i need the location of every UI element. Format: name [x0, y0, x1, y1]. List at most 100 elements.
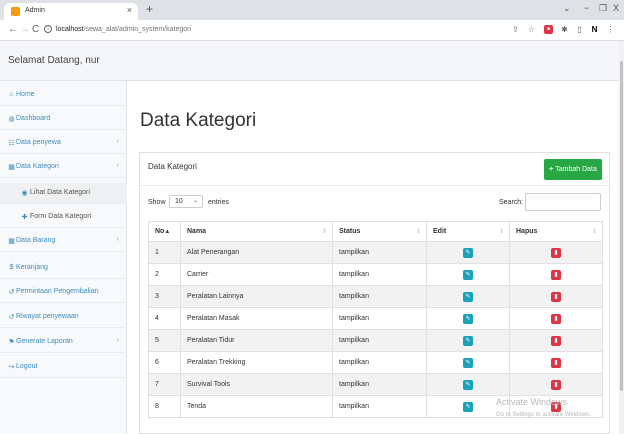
sidebar-item-label: Dashboard: [16, 115, 51, 122]
table-header-row: No▲ Nama ⇕ Status ⇕ Edit ⇕ Hapus ⇕: [148, 221, 603, 242]
sidebar-item-keranjang[interactable]: $ Keranjang: [0, 258, 127, 279]
profile-icon[interactable]: N: [590, 25, 599, 34]
delete-button[interactable]: ▮: [551, 357, 561, 368]
window-close-icon[interactable]: X: [613, 3, 619, 13]
sidebar-item-generate-laporan[interactable]: ⚑ Generate Laporan ‹: [0, 332, 127, 353]
sidebar-item-home[interactable]: ⌂ Home: [0, 85, 127, 106]
site-info-icon[interactable]: i: [44, 25, 52, 33]
edit-button[interactable]: ✎: [463, 313, 473, 324]
tab-search-icon[interactable]: ⌄: [563, 3, 571, 14]
sidebar-item-dashboard[interactable]: ◍ Dashboard: [0, 109, 127, 130]
column-header-status[interactable]: Status ⇕: [332, 221, 427, 242]
edit-button[interactable]: ✎: [463, 335, 473, 346]
delete-button[interactable]: ▮: [551, 269, 561, 280]
column-header-edit[interactable]: Edit ⇕: [426, 221, 510, 242]
cell-no: 4: [148, 307, 181, 330]
table-row: 7 Survival Tools tampilkan ✎ ▮: [148, 373, 603, 396]
sidepanel-icon[interactable]: ▯: [575, 25, 584, 34]
edit-icon: ✎: [465, 293, 471, 300]
sort-icon: ⇕: [321, 229, 327, 235]
extension-icon[interactable]: ■: [544, 25, 553, 34]
entries-select[interactable]: 10 ⌄: [169, 195, 203, 208]
cell-status: tampilkan: [332, 373, 427, 396]
chevron-left-icon: ‹: [116, 236, 119, 243]
minimize-icon[interactable]: −: [584, 3, 589, 13]
sidebar-item-form-data-kategori[interactable]: ✚ Form Data Kategori: [0, 207, 127, 228]
cell-edit: ✎: [426, 329, 510, 352]
cell-no: 6: [148, 351, 181, 374]
search-input[interactable]: [525, 193, 601, 211]
cell-status: tampilkan: [332, 241, 427, 264]
trash-icon: ▮: [554, 293, 558, 300]
table-row: 4 Peralatan Masak tampilkan ✎ ▮: [148, 307, 603, 330]
page-title: Data Kategori: [140, 110, 257, 131]
table-row: 1 Alat Penerangan tampilkan ✎ ▮: [148, 241, 603, 264]
edit-button[interactable]: ✎: [463, 291, 473, 302]
column-header-hapus[interactable]: Hapus ⇕: [509, 221, 603, 242]
table-icon: ▦: [8, 238, 15, 245]
scrollbar-thumb[interactable]: [620, 61, 623, 391]
sidebar-item-logout[interactable]: ↪ Logout: [0, 357, 127, 378]
sidebar-item-label: Logout: [16, 363, 38, 370]
column-header-no[interactable]: No▲: [148, 221, 181, 242]
browser-tab[interactable]: Admin ×: [4, 3, 138, 20]
url-path: /sewa_alat/admin_system/kategori: [83, 26, 192, 33]
delete-button[interactable]: ▮: [551, 313, 561, 324]
sidebar-item-label: Data Kategori: [16, 163, 59, 170]
sidebar-item-label: Data Barang: [16, 237, 56, 244]
dollar-icon: $: [9, 264, 14, 271]
history-icon: ↺: [8, 314, 15, 321]
maximize-icon[interactable]: ❐: [599, 3, 607, 14]
sort-asc-icon: ▲: [164, 229, 171, 235]
cell-hapus: ▮: [509, 373, 603, 396]
edit-button[interactable]: ✎: [463, 379, 473, 390]
card-title: Data Kategori: [148, 162, 197, 171]
forward-icon[interactable]: →: [20, 24, 30, 35]
cell-no: 8: [148, 395, 181, 418]
cell-status: tampilkan: [332, 329, 427, 352]
sidebar-item-data-barang[interactable]: ▦ Data Barang ‹: [0, 231, 127, 252]
tambah-data-button[interactable]: + Tambah Data: [544, 159, 602, 180]
delete-button[interactable]: ▮: [551, 379, 561, 390]
cell-hapus: ▮: [509, 307, 603, 330]
star-icon[interactable]: ☆: [527, 25, 536, 34]
menu-icon[interactable]: ⋮: [606, 25, 615, 34]
cell-edit: ✎: [426, 307, 510, 330]
sort-icon: ⇕: [498, 229, 504, 235]
page-scrollbar[interactable]: [619, 41, 624, 434]
sidebar-item-lihat-data-kategori[interactable]: ◉ Lihat Data Kategori: [0, 183, 127, 204]
eye-icon: ◉: [21, 190, 28, 197]
table-icon: ▦: [8, 164, 15, 171]
sidebar-item-label: Permintaan Pengembalian: [16, 288, 99, 295]
cell-nama: Peralatan Lainnya: [180, 285, 333, 308]
cell-status: tampilkan: [332, 285, 427, 308]
edit-button[interactable]: ✎: [463, 247, 473, 258]
cell-edit: ✎: [426, 263, 510, 286]
delete-button[interactable]: ▮: [551, 247, 561, 258]
url-host: localhost: [56, 26, 84, 33]
share-icon[interactable]: ⇪: [511, 25, 520, 34]
sidebar-item-riwayat-penyewaan[interactable]: ↺ Riwayat penyewaan: [0, 307, 127, 328]
sidebar-item-data-penyewa[interactable]: ☷ Data penyewa ‹: [0, 133, 127, 154]
url-field[interactable]: localhost/sewa_alat/admin_system/kategor…: [56, 26, 191, 33]
reload-icon[interactable]: C: [32, 24, 39, 35]
edit-button[interactable]: ✎: [463, 269, 473, 280]
column-header-nama[interactable]: Nama ⇕: [180, 221, 333, 242]
sidebar-item-data-kategori[interactable]: ▦ Data Kategori ‹: [0, 157, 127, 178]
logout-icon: ↪: [8, 364, 15, 371]
new-tab-icon[interactable]: +: [146, 2, 153, 16]
delete-button[interactable]: ▮: [551, 335, 561, 346]
delete-button[interactable]: ▮: [551, 291, 561, 302]
back-icon[interactable]: ←: [8, 24, 18, 35]
puzzle-icon[interactable]: ✱: [560, 25, 569, 34]
sidebar-item-permintaan-pengembalian[interactable]: ↺ Permintaan Pengembalian: [0, 282, 127, 303]
favicon-icon: [11, 7, 20, 16]
edit-button[interactable]: ✎: [463, 401, 473, 412]
activate-windows-subtext: Go to Settings to activate Windows.: [496, 412, 591, 418]
edit-button[interactable]: ✎: [463, 357, 473, 368]
cell-edit: ✎: [426, 285, 510, 308]
edit-icon: ✎: [465, 359, 471, 366]
tab-close-icon[interactable]: ×: [127, 5, 132, 15]
sidebar-item-label: Generate Laporan: [16, 338, 73, 345]
chevron-left-icon: ‹: [116, 337, 119, 344]
